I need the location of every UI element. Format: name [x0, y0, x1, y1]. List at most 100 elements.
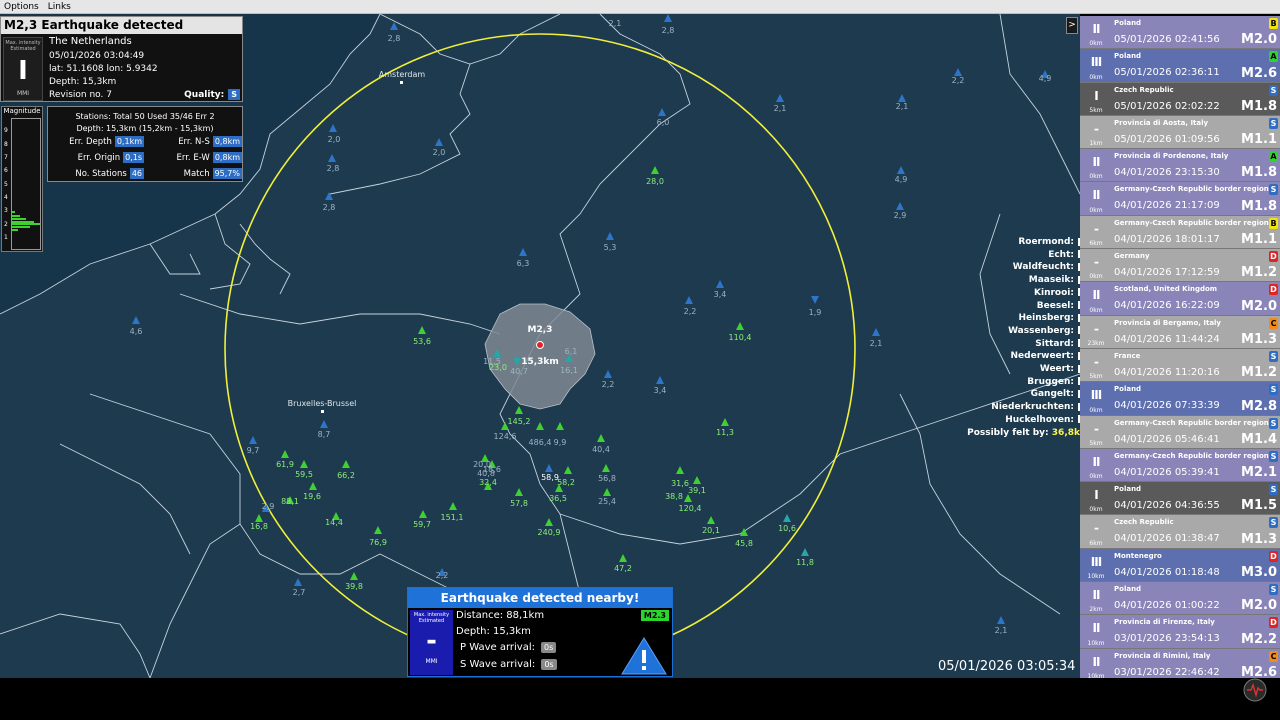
earthquake-list-item[interactable]: II 0km Poland 05/01/2026 02:41:56 M2.0 B: [1080, 16, 1280, 50]
station-label: 151,1: [440, 513, 464, 522]
earthquake-list-item[interactable]: II 0km Germany-Czech Republic border regio…: [1080, 448, 1280, 483]
earthquake-list-item[interactable]: I 0km Poland 04/01/2026 04:36:55 M1.5 S: [1080, 482, 1280, 516]
list-quality-badge: S: [1269, 484, 1278, 496]
earthquake-list-item[interactable]: II 0km Scotland, United Kingdom 04/01/2026 …: [1080, 282, 1280, 316]
list-magnitude: M1.3: [1241, 531, 1277, 547]
earthquake-list-item[interactable]: III 0km Poland 05/01/2026 02:36:11 M2.6 A: [1080, 49, 1280, 83]
mag-tick: 9: [4, 127, 8, 134]
list-mmi: II: [1092, 621, 1101, 636]
list-time: 04/01/2026 07:33:39: [1114, 400, 1220, 412]
earthquake-list-item[interactable]: - 5km Germany-Czech Republic border region…: [1080, 415, 1280, 449]
station-label: 145,2: [507, 417, 531, 426]
list-distance: 0km: [1089, 473, 1103, 481]
mag-tick: 6: [4, 167, 8, 174]
list-region: Provincia di Pordenone, Italy: [1114, 152, 1229, 161]
s-wave-value: 0s: [541, 659, 557, 670]
list-region: Provincia di Aosta, Italy: [1114, 118, 1209, 127]
magnitude-bars: [12, 211, 40, 231]
list-mmi: II: [1092, 654, 1101, 669]
brussels-marker: [321, 410, 324, 413]
err-ns-label: Err. N-S: [178, 136, 210, 147]
station-label: 61,9: [276, 460, 294, 469]
earthquake-list-item[interactable]: - 5km France 04/01/2026 11:20:16 M1.2 S: [1080, 348, 1280, 383]
amsterdam-marker: [400, 81, 403, 84]
list-mmi: II: [1092, 454, 1101, 469]
err-origin-label: Err. Origin: [77, 152, 121, 163]
list-magnitude: M1.2: [1241, 265, 1277, 281]
list-time: 04/01/2026 04:36:55: [1114, 500, 1220, 512]
earthquake-list-item[interactable]: - 6km Germany-Czech Republic border region…: [1080, 215, 1280, 250]
p-wave-value: 0s: [540, 642, 557, 653]
earthquake-list-item[interactable]: I 5km Czech Republic 05/01/2026 02:02:22 M1.…: [1080, 82, 1280, 116]
station-label: 9,9: [553, 438, 567, 447]
earthquake-list-item[interactable]: II 0km Provincia di Pordenone, Italy 04/01/…: [1080, 149, 1280, 183]
list-time: 04/01/2026 16:22:09: [1114, 300, 1220, 312]
earthquake-list-item[interactable]: III 10km Montenegro 04/01/2026 01:18:48 M3.0…: [1080, 548, 1280, 583]
s-wave-label: S Wave arrival:: [460, 659, 536, 670]
station-label: 40,4: [592, 445, 610, 454]
list-distance: 0km: [1089, 40, 1103, 48]
city-name: Niederkruchten:: [991, 402, 1074, 413]
station-label: 11,5: [483, 357, 501, 366]
list-region: Provincia di Firenze, Italy: [1114, 618, 1215, 627]
epicenter-mag-label: M2,3: [527, 325, 553, 335]
list-region: France: [1114, 351, 1141, 360]
city-row: Beesel:: [967, 300, 1080, 313]
station-label: 47,2: [614, 564, 632, 573]
list-region: Poland: [1114, 52, 1142, 61]
mag-tick: 5: [4, 181, 8, 188]
list-quality-badge: S: [1269, 84, 1278, 96]
station-label: 8,7: [317, 430, 331, 439]
earthquake-list-item[interactable]: II 0km Germany-Czech Republic border regio…: [1080, 182, 1280, 216]
city-name: Roermond:: [1018, 237, 1074, 247]
earthquake-list[interactable]: II 0km Poland 05/01/2026 02:41:56 M2.0 B III 0k…: [1080, 16, 1280, 678]
earthquake-list-item[interactable]: - 0km Germany 04/01/2026 17:12:59 M1.2 D: [1080, 249, 1280, 283]
station-label: 53,6: [413, 337, 431, 346]
list-mmi: III: [1090, 554, 1102, 569]
alert-title: Earthquake detected nearby!: [408, 588, 672, 608]
station-label: 40,8: [477, 469, 495, 478]
earthquake-list-item[interactable]: III 0km Poland 04/01/2026 07:33:39 M2.8 S: [1080, 382, 1280, 416]
earthquake-list-item[interactable]: II 10km Provincia di Firenze, Italy 03/01/2…: [1080, 615, 1280, 649]
list-region: Germany-Czech Republic border region: [1114, 451, 1269, 460]
station-label: 88,1: [281, 497, 299, 506]
city-row: Bruggen:: [967, 376, 1080, 389]
alert-mmi-caption: Max. intensity: [413, 612, 450, 618]
err-depth-value: 0,1km: [114, 136, 144, 147]
earthquake-list-item[interactable]: II 10km Provincia di Rimini, Italy 03/01/20…: [1080, 648, 1280, 678]
list-region: Poland: [1114, 19, 1142, 27]
list-region: Montenegro: [1114, 551, 1162, 560]
menu-links[interactable]: Links: [44, 0, 76, 13]
earthquake-list-item[interactable]: - 23km Provincia di Bergamo, Italy 04/01/20…: [1080, 315, 1280, 349]
event-region: The Netherlands: [49, 36, 132, 47]
city-row: Niederkruchten:: [967, 401, 1080, 414]
mag-tick: 2: [4, 221, 8, 228]
list-region: Germany-Czech Republic border region: [1114, 218, 1269, 227]
list-time: 05/01/2026 02:02:22: [1114, 100, 1220, 112]
list-magnitude: M2.0: [1241, 32, 1277, 48]
mmi-caption: Max. intensity: [5, 40, 41, 46]
list-quality-badge: D: [1269, 617, 1278, 629]
station-label: 2,2: [601, 380, 615, 389]
list-time: 05/01/2026 01:09:56: [1114, 133, 1220, 145]
city-brussels: Bruxelles-Brussel: [287, 399, 357, 408]
list-quality-badge: S: [1269, 584, 1278, 596]
station-label: 38,8: [665, 492, 683, 501]
menu-options[interactable]: Options: [0, 0, 44, 13]
epicenter-depth-label: 15,3km: [521, 357, 559, 367]
station-label: 31,6: [671, 479, 689, 488]
event-datetime: 05/01/2026 03:04:49: [49, 51, 145, 61]
earthquake-list-item[interactable]: - 1km Provincia di Aosta, Italy 05/01/2026 …: [1080, 115, 1280, 150]
list-distance: 10km: [1087, 639, 1105, 647]
earthquake-list-item[interactable]: - 6km Czech Republic 04/01/2026 01:38:47 M1.…: [1080, 515, 1280, 549]
earthquake-list-item[interactable]: II 2km Poland 04/01/2026 01:00:22 M2.0 S: [1080, 582, 1280, 616]
app-root: Options Links 2,8 2,1 2,8 6,0 2,1 2,1 2,…: [0, 0, 1280, 720]
earthquake-info-panel: M2,3 Earthquake detected Max. intensity …: [0, 16, 243, 102]
err-ns: Err. N-S 0,8km: [146, 136, 244, 147]
stations-row-2: Err. Origin 0,1s Err. E-W 0,8km: [48, 152, 244, 163]
list-time: 04/01/2026 17:12:59: [1114, 267, 1220, 279]
collapse-panel-button[interactable]: >: [1066, 17, 1078, 34]
felt-label: Possibly felt by:: [967, 427, 1049, 438]
list-quality-badge: D: [1269, 251, 1278, 263]
list-region: Provincia di Rimini, Italy: [1114, 651, 1211, 660]
